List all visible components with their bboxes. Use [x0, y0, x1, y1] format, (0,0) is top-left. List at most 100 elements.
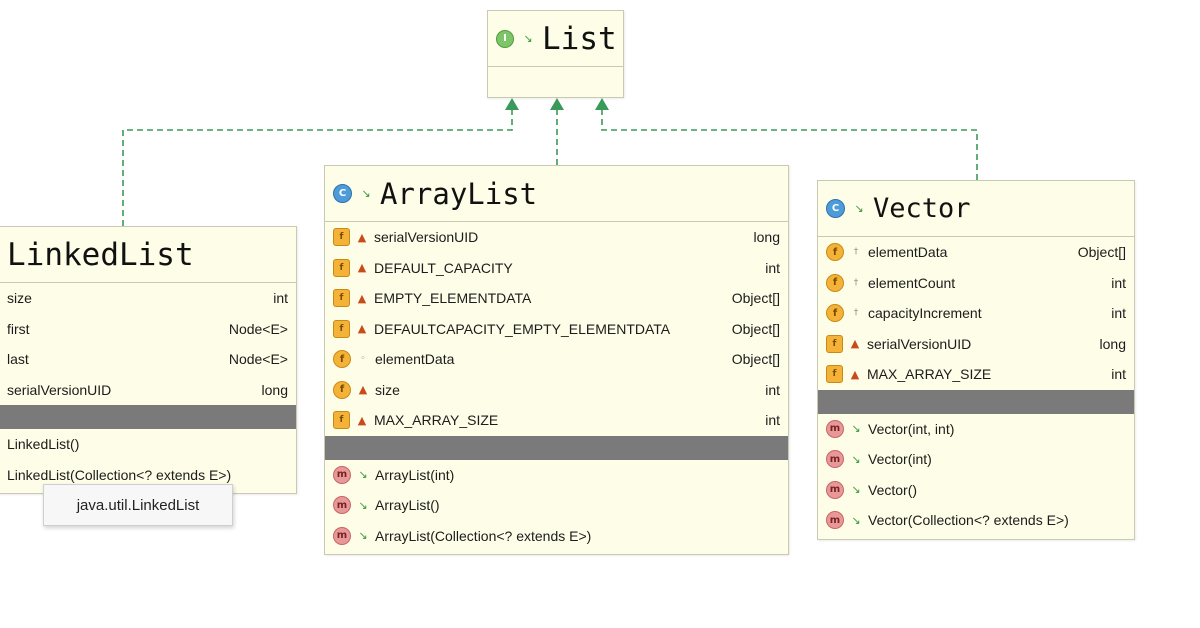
node-header: LinkedList	[0, 227, 296, 283]
method-row[interactable]: m ↘ ArrayList(int)	[325, 460, 788, 491]
field-name: serialVersionUID	[374, 229, 479, 246]
class-icon: C	[826, 199, 845, 218]
field-icon: f	[826, 243, 844, 262]
method-name: ArrayList(Collection<? extends E>)	[375, 527, 592, 544]
field-row[interactable]: size int	[0, 283, 296, 314]
class-icon: C	[333, 184, 352, 203]
method-row[interactable]: m ↘ ArrayList(Collection<? extends E>)	[325, 521, 788, 552]
private-lock-icon: ▲	[358, 383, 368, 397]
section-divider	[0, 405, 296, 429]
fields-section: size int first Node<E> last Node<E> serialVers…	[0, 283, 296, 405]
public-visibility-icon: ↘	[851, 483, 861, 497]
node-header: I ↘ List	[488, 11, 623, 67]
private-lock-icon: ▲	[357, 322, 367, 336]
private-lock-icon: ▲	[850, 367, 860, 381]
field-row[interactable]: f ▲ DEFAULTCAPACITY_EMPTY_ELEMENTDATA Objec…	[325, 314, 788, 345]
static-final-field-icon: f	[333, 319, 350, 338]
method-row[interactable]: m ↘ Vector(Collection<? extends E>)	[818, 505, 1134, 536]
field-type: long	[1099, 335, 1126, 352]
static-final-field-icon: f	[826, 334, 843, 353]
methods-section: m ↘ ArrayList(int) m ↘ ArrayList() m ↘ ArrayList…	[325, 460, 788, 552]
field-row[interactable]: f ◦ elementData Object[]	[325, 344, 788, 375]
method-icon: m	[826, 480, 844, 499]
public-visibility-icon: ↘	[851, 452, 861, 466]
field-row[interactable]: f ▲ serialVersionUID long	[818, 329, 1134, 360]
method-name: Vector(Collection<? extends E>)	[868, 512, 1069, 529]
method-name: Vector(int, int)	[868, 420, 955, 437]
field-name: elementData	[375, 351, 455, 368]
field-type: Node<E>	[228, 351, 288, 368]
method-icon: m	[826, 450, 844, 469]
empty-members-section	[488, 67, 623, 97]
field-name: elementData	[868, 244, 948, 261]
class-node-vector[interactable]: C ↘ Vector f † elementData Object[] f † elemen…	[817, 180, 1135, 540]
field-name: EMPTY_ELEMENTDATA	[374, 290, 532, 307]
field-name: MAX_ARRAY_SIZE	[867, 366, 992, 383]
field-row[interactable]: f ▲ DEFAULT_CAPACITY int	[325, 253, 788, 284]
static-final-field-icon: f	[333, 289, 350, 308]
public-visibility-icon: ↘	[523, 32, 533, 45]
field-type: int	[1111, 305, 1126, 322]
uml-diagram: I ↘ List LinkedList size int first Node<E> l…	[0, 0, 1200, 628]
field-row[interactable]: f ▲ MAX_ARRAY_SIZE int	[818, 359, 1134, 390]
field-type: Object[]	[1077, 244, 1126, 261]
field-name: capacityIncrement	[868, 305, 982, 322]
field-row[interactable]: f ▲ size int	[325, 375, 788, 406]
method-icon: m	[826, 511, 844, 530]
method-row[interactable]: m ↘ Vector(int)	[818, 444, 1134, 475]
fields-section: f ▲ serialVersionUID long f ▲ DEFAULT_CAPACITY…	[325, 222, 788, 436]
field-name: serialVersionUID	[867, 335, 972, 352]
field-type: long	[261, 381, 288, 398]
section-divider	[818, 389, 1134, 414]
method-name: LinkedList()	[7, 436, 80, 453]
field-icon: f	[333, 350, 351, 369]
method-name: Vector()	[868, 481, 918, 498]
field-row[interactable]: last Node<E>	[0, 344, 296, 375]
method-icon: m	[333, 465, 351, 484]
methods-section: m ↘ Vector(int, int) m ↘ Vector(int) m ↘ Vector(…	[818, 414, 1134, 536]
class-node-arraylist[interactable]: C ↘ ArrayList f ▲ serialVersionUID long f ▲ DE…	[324, 165, 789, 555]
method-row[interactable]: m ↘ ArrayList()	[325, 490, 788, 521]
field-row[interactable]: serialVersionUID long	[0, 375, 296, 406]
field-icon: f	[333, 380, 351, 399]
class-node-linkedlist[interactable]: LinkedList size int first Node<E> last Node<E…	[0, 226, 297, 494]
private-lock-icon: ▲	[357, 291, 367, 305]
public-visibility-icon: ↘	[851, 422, 861, 436]
protected-visibility-icon: †	[853, 308, 859, 319]
field-type: int	[273, 290, 288, 307]
field-row[interactable]: first Node<E>	[0, 314, 296, 345]
field-type: Object[]	[731, 290, 780, 307]
method-name: ArrayList(int)	[375, 466, 455, 483]
class-tooltip: java.util.LinkedList	[43, 484, 233, 526]
static-final-field-icon: f	[826, 365, 843, 384]
method-row[interactable]: m ↘ Vector()	[818, 475, 1134, 506]
field-row[interactable]: f † elementData Object[]	[818, 237, 1134, 268]
protected-visibility-icon: †	[853, 277, 859, 288]
protected-visibility-icon: †	[853, 247, 859, 258]
fields-section: f † elementData Object[] f † elementCount int f †…	[818, 237, 1134, 390]
field-type: int	[765, 412, 780, 429]
method-name: ArrayList()	[375, 497, 440, 514]
interface-node-list[interactable]: I ↘ List	[487, 10, 624, 98]
field-row[interactable]: f † capacityIncrement int	[818, 298, 1134, 329]
field-row[interactable]: f ▲ EMPTY_ELEMENTDATA Object[]	[325, 283, 788, 314]
field-name: first	[7, 320, 30, 337]
field-name: DEFAULT_CAPACITY	[374, 259, 513, 276]
implements-arrowhead-icon	[505, 98, 519, 110]
private-lock-icon: ▲	[357, 261, 367, 275]
field-row[interactable]: f ▲ MAX_ARRAY_SIZE int	[325, 405, 788, 436]
interface-icon: I	[496, 29, 514, 48]
field-type: int	[1111, 274, 1126, 291]
method-row[interactable]: LinkedList()	[0, 429, 296, 460]
field-type: int	[765, 259, 780, 276]
field-type: Node<E>	[228, 320, 288, 337]
public-visibility-icon: ↘	[358, 498, 368, 512]
public-visibility-icon: ↘	[358, 529, 368, 543]
method-row[interactable]: m ↘ Vector(int, int)	[818, 414, 1134, 445]
private-lock-icon: ▲	[357, 413, 367, 427]
field-row[interactable]: f † elementCount int	[818, 268, 1134, 299]
field-name: DEFAULTCAPACITY_EMPTY_ELEMENTDATA	[374, 320, 671, 337]
method-icon: m	[826, 419, 844, 438]
field-row[interactable]: f ▲ serialVersionUID long	[325, 222, 788, 253]
static-final-field-icon: f	[333, 411, 350, 430]
